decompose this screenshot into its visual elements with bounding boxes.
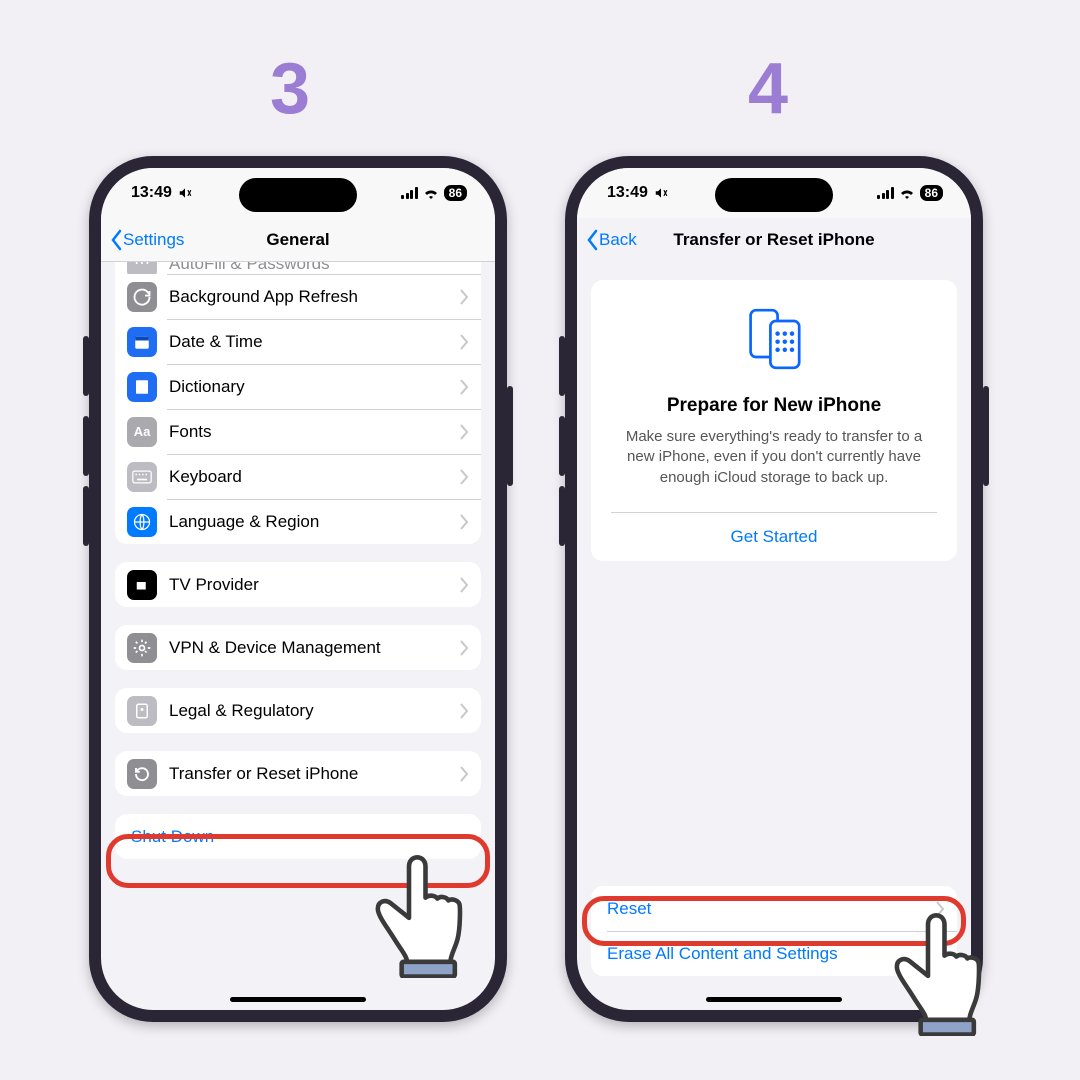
- navigation-bar: Back Transfer or Reset iPhone: [577, 218, 971, 262]
- settings-group-tv: TV Provider: [115, 562, 481, 607]
- back-button[interactable]: Settings: [109, 229, 184, 251]
- phone-screen: 13:49 86 Back Transfer or Reset iPhone: [577, 168, 971, 1010]
- chevron-right-icon: [459, 513, 469, 531]
- prepare-description: Make sure everything's ready to transfer…: [611, 427, 937, 488]
- row-label: Fonts: [169, 422, 459, 442]
- cellular-signal-icon: [401, 187, 418, 199]
- row-vpn[interactable]: VPN & Device Management: [115, 625, 481, 670]
- row-dictionary[interactable]: Dictionary: [115, 364, 481, 409]
- tv-icon: [127, 570, 157, 600]
- autofill-icon: ⋯: [127, 262, 157, 274]
- navigation-bar: Settings General: [101, 218, 495, 262]
- prepare-card: Prepare for New iPhone Make sure everyth…: [591, 280, 957, 561]
- battery-indicator: 86: [920, 185, 943, 201]
- step-number-3: 3: [270, 48, 310, 130]
- mute-icon: [178, 186, 192, 200]
- row-label: Keyboard: [169, 467, 459, 487]
- page-title: Transfer or Reset iPhone: [673, 230, 874, 250]
- row-background-refresh[interactable]: Background App Refresh: [115, 274, 481, 319]
- row-label: VPN & Device Management: [169, 638, 459, 658]
- row-label: Date & Time: [169, 332, 459, 352]
- settings-group-1: ⋯ AutoFill & Passwords Background App Re…: [115, 262, 481, 544]
- dynamic-island: [239, 178, 357, 212]
- cellular-signal-icon: [877, 187, 894, 199]
- row-date-time[interactable]: Date & Time: [115, 319, 481, 364]
- keyboard-icon: [127, 462, 157, 492]
- mute-icon: [654, 186, 668, 200]
- home-indicator[interactable]: [706, 997, 842, 1002]
- row-label: Legal & Regulatory: [169, 701, 459, 721]
- pointer-hand-icon: [884, 908, 994, 1036]
- settings-group-transfer: Transfer or Reset iPhone: [115, 751, 481, 796]
- step-number-4: 4: [748, 48, 788, 130]
- wifi-icon: [423, 187, 439, 199]
- row-fonts[interactable]: Aa Fonts: [115, 409, 481, 454]
- row-transfer-reset[interactable]: Transfer or Reset iPhone: [115, 751, 481, 796]
- chevron-right-icon: [459, 468, 469, 486]
- chevron-right-icon: [459, 576, 469, 594]
- globe-icon: [127, 507, 157, 537]
- row-label: TV Provider: [169, 575, 459, 595]
- row-legal[interactable]: Legal & Regulatory: [115, 688, 481, 733]
- chevron-right-icon: [459, 702, 469, 720]
- back-label: Settings: [123, 230, 184, 250]
- row-language-region[interactable]: Language & Region: [115, 499, 481, 544]
- transfer-devices-icon: [611, 306, 937, 377]
- status-time: 13:49: [607, 184, 648, 202]
- row-label: Language & Region: [169, 512, 459, 532]
- chevron-right-icon: [459, 288, 469, 306]
- prepare-title: Prepare for New iPhone: [611, 395, 937, 417]
- book-icon: [127, 372, 157, 402]
- battery-indicator: 86: [444, 185, 467, 201]
- row-tv-provider[interactable]: TV Provider: [115, 562, 481, 607]
- certificate-icon: [127, 696, 157, 726]
- get-started-button[interactable]: Get Started: [611, 512, 937, 561]
- chevron-right-icon: [459, 765, 469, 783]
- row-label: AutoFill & Passwords: [169, 262, 469, 274]
- status-time: 13:49: [131, 184, 172, 202]
- row-label: Transfer or Reset iPhone: [169, 764, 459, 784]
- settings-group-vpn: VPN & Device Management: [115, 625, 481, 670]
- gear-icon: [127, 633, 157, 663]
- chevron-right-icon: [459, 378, 469, 396]
- dynamic-island: [715, 178, 833, 212]
- chevron-right-icon: [459, 423, 469, 441]
- reset-icon: [127, 759, 157, 789]
- chevron-right-icon: [459, 639, 469, 657]
- row-autofill[interactable]: ⋯ AutoFill & Passwords: [115, 262, 481, 274]
- row-keyboard[interactable]: Keyboard: [115, 454, 481, 499]
- refresh-icon: [127, 282, 157, 312]
- back-button[interactable]: Back: [585, 229, 637, 251]
- row-label: Shut Down: [131, 827, 469, 847]
- home-indicator[interactable]: [230, 997, 366, 1002]
- row-label: Background App Refresh: [169, 287, 459, 307]
- fonts-icon: Aa: [127, 417, 157, 447]
- back-label: Back: [599, 230, 637, 250]
- transfer-reset-content[interactable]: Prepare for New iPhone Make sure everyth…: [577, 262, 971, 1010]
- calendar-icon: [127, 327, 157, 357]
- chevron-left-icon: [585, 229, 599, 251]
- wifi-icon: [899, 187, 915, 199]
- row-label: Dictionary: [169, 377, 459, 397]
- chevron-right-icon: [459, 333, 469, 351]
- settings-group-legal: Legal & Regulatory: [115, 688, 481, 733]
- phone-frame-step-4: 13:49 86 Back Transfer or Reset iPhone: [565, 156, 983, 1022]
- pointer-hand-icon: [365, 850, 475, 978]
- chevron-left-icon: [109, 229, 123, 251]
- page-title: General: [266, 230, 329, 250]
